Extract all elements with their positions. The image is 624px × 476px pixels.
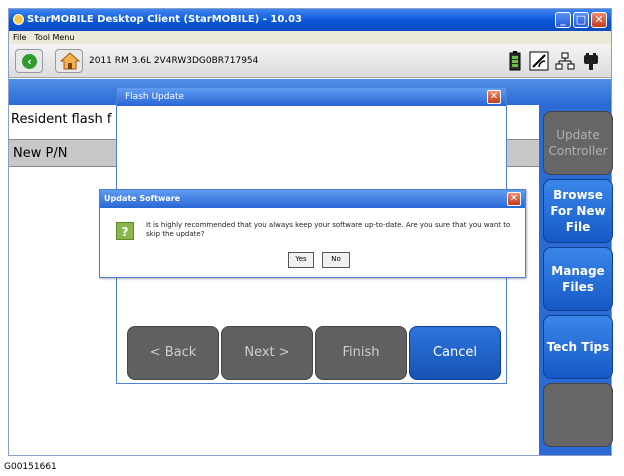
back-arrow-icon: ‹ xyxy=(22,54,37,69)
blank-nav-button xyxy=(543,383,613,447)
back-button[interactable]: < Back xyxy=(127,326,219,380)
finish-button[interactable]: Finish xyxy=(315,326,407,380)
flash-close-button[interactable]: ✕ xyxy=(487,90,501,104)
app-window: StarMOBILE Desktop Client (StarMOBILE) -… xyxy=(8,8,613,456)
battery-icon xyxy=(509,51,521,71)
next-button[interactable]: Next > xyxy=(221,326,313,380)
resident-flash-label: Resident flash f xyxy=(11,112,112,127)
toolbar: ‹ 2011 RM 3.6L 2V4RW3DG0BR717954 xyxy=(9,44,611,78)
menu-tool-menu[interactable]: Tool Menu xyxy=(30,31,78,44)
browse-new-file-button[interactable]: Browse For New File xyxy=(543,179,613,243)
flash-update-title: Flash Update xyxy=(117,88,506,106)
question-icon: ? xyxy=(116,222,134,240)
app-icon xyxy=(13,14,24,25)
status-icons xyxy=(505,51,609,73)
title-bar: StarMOBILE Desktop Client (StarMOBILE) -… xyxy=(9,9,611,31)
figure-caption: G00151661 xyxy=(4,462,57,472)
no-button[interactable]: No xyxy=(322,252,350,268)
update-controller-button[interactable]: Update Controller xyxy=(543,111,613,175)
new-pn-label: New P/N xyxy=(13,146,68,161)
minimize-button[interactable]: _ xyxy=(555,12,571,28)
menu-bar: File Tool Menu xyxy=(9,31,611,44)
update-close-button[interactable]: ✕ xyxy=(507,192,521,206)
maximize-button[interactable]: □ xyxy=(573,12,589,28)
signal-icon xyxy=(529,51,549,71)
update-message: It is highly recommended that you always… xyxy=(146,221,511,238)
network-icon xyxy=(555,52,575,70)
side-nav: Update Controller Browse For New File Ma… xyxy=(539,105,613,455)
menu-file[interactable]: File xyxy=(9,31,30,44)
vehicle-connector-icon xyxy=(584,53,598,70)
tech-tips-button[interactable]: Tech Tips xyxy=(543,315,613,379)
vehicle-info: 2011 RM 3.6L 2V4RW3DG0BR717954 xyxy=(89,56,259,66)
window-title: StarMOBILE Desktop Client (StarMOBILE) -… xyxy=(27,14,303,25)
update-software-title: Update Software xyxy=(100,190,525,208)
yes-button[interactable]: Yes xyxy=(288,252,314,268)
home-icon xyxy=(60,52,80,70)
back-nav-button[interactable]: ‹ xyxy=(15,49,43,73)
cancel-button[interactable]: Cancel xyxy=(409,326,501,380)
close-button[interactable]: ✕ xyxy=(591,12,607,28)
manage-files-button[interactable]: Manage Files xyxy=(543,247,613,311)
home-button[interactable] xyxy=(55,49,83,73)
update-software-dialog: Update Software ✕ ? It is highly recomme… xyxy=(99,189,526,278)
